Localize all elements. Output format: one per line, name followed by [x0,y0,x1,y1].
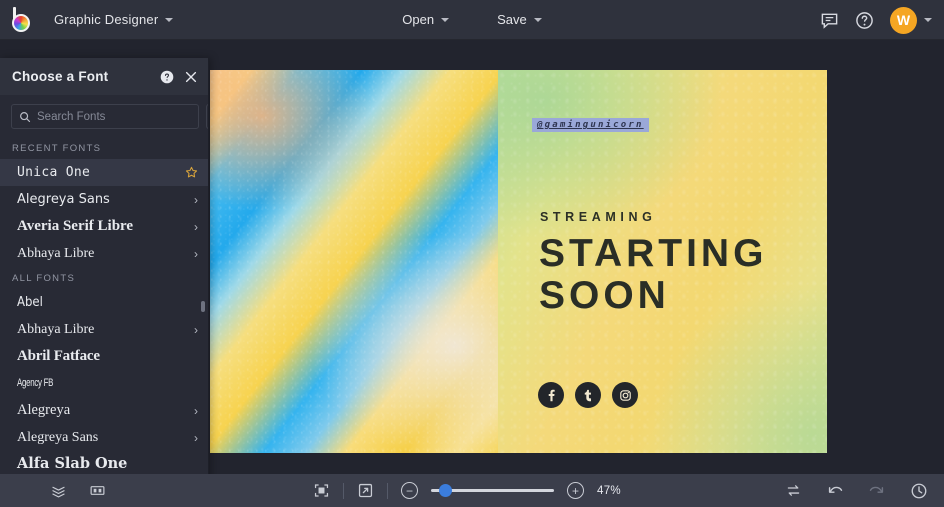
font-row-unica-one[interactable]: Unica One [0,159,208,186]
headline-line: STARTING SOON [539,232,768,317]
avatar[interactable]: W [890,6,917,34]
font-name: Abril Fatface [17,348,100,364]
chevron-down-icon [924,18,932,22]
open-menu[interactable]: Open [391,7,460,32]
font-row-abril-fatface[interactable]: Abril Fatface [0,343,208,370]
favorites-button[interactable] [206,104,208,129]
headline-text-element[interactable]: STARTING SOON [539,233,767,317]
save-menu[interactable]: Save [486,7,553,32]
font-name: Abhaya Libre [17,245,95,261]
chevron-down-icon [441,17,450,22]
background-artwork-left [210,70,498,453]
font-row-abhaya-libre[interactable]: Abhaya Libre › [0,240,208,267]
font-name: Abel [17,295,43,310]
top-menu-group: Open Save [0,7,944,32]
font-row-alegreya-sans[interactable]: Alegreya Sans › [0,186,208,213]
chevron-right-icon[interactable]: › [194,194,198,206]
font-name: Agency FB [17,377,54,389]
chevron-right-icon[interactable]: › [194,221,198,233]
favorite-star-icon[interactable] [185,166,198,179]
font-name: Alfa Slab One [17,455,128,473]
top-bar: Graphic Designer Open Save W [0,0,944,40]
chevron-right-icon[interactable]: › [194,248,198,260]
all-fonts-list[interactable]: Abel Abhaya Libre › Abril Fatface Agency… [0,289,208,490]
app-root: Graphic Designer Open Save W @gamingunic… [0,0,944,507]
kicker-text-element[interactable]: STREAMING [540,210,656,224]
instagram-icon[interactable] [612,382,638,408]
save-menu-label: Save [497,12,527,27]
recent-fonts-list: Unica One Alegreya Sans › Averia Serif L… [0,159,208,267]
zoom-slider[interactable] [431,484,554,498]
font-row-abel[interactable]: Abel [0,289,208,316]
chevron-down-icon [533,17,542,22]
font-name: Abhaya Libre [17,321,95,337]
font-row-agency-fb[interactable]: Agency FB [0,370,208,397]
font-name: Averia Serif Libre [17,218,134,234]
help-icon[interactable] [855,11,874,30]
choose-a-font-panel[interactable]: Choose a Font Search Fonts RECENT FONTS … [0,58,209,490]
font-list-scrollbar[interactable] [201,301,205,312]
facebook-icon[interactable] [538,382,564,408]
expand-icon[interactable] [357,482,374,499]
chevron-right-icon[interactable]: › [194,405,198,417]
tumblr-icon[interactable] [575,382,601,408]
font-row-alegreya[interactable]: Alegreya › [0,397,208,424]
zoom-percent-label: 47% [597,484,621,497]
bottom-right-tools [785,482,928,500]
undo-icon[interactable] [826,482,844,500]
swap-icon[interactable] [785,482,802,499]
fit-to-screen-icon[interactable] [313,482,330,499]
chevron-right-icon[interactable]: › [194,324,198,336]
comment-icon[interactable] [820,11,839,30]
open-menu-label: Open [402,12,435,27]
font-name: Alegreya [17,402,71,419]
font-search-row [0,95,208,137]
divider [343,482,344,499]
close-icon[interactable] [184,70,198,84]
panel-title: Choose a Font [12,69,109,84]
font-name: Unica One [17,165,91,180]
top-right-group: W [820,0,932,40]
social-icons-group[interactable] [538,382,638,408]
search-icon [19,111,31,123]
font-name: Alegreya Sans [17,429,99,445]
font-row-alegreya-sans-all[interactable]: Alegreya Sans › [0,424,208,451]
divider [387,482,388,499]
font-row-averia-serif-libre[interactable]: Averia Serif Libre › [0,213,208,240]
search-box[interactable] [11,104,199,129]
bottom-bar: − + 47% [0,474,944,507]
chevron-right-icon[interactable]: › [194,432,198,444]
help-icon[interactable] [160,70,174,84]
recent-fonts-label: RECENT FONTS [12,143,102,154]
zoom-out-button[interactable]: − [401,482,418,499]
history-icon[interactable] [910,482,928,500]
handle-text-element[interactable]: @gamingunicorn [532,118,649,132]
font-name: Alegreya Sans [17,192,110,207]
search-input[interactable] [37,110,191,123]
redo-icon[interactable] [868,482,886,500]
design-canvas[interactable]: @gamingunicorn STREAMING STARTING SOON [210,70,827,453]
zoom-slider-thumb[interactable] [439,484,452,497]
font-row-abhaya-libre-all[interactable]: Abhaya Libre › [0,316,208,343]
panel-header: Choose a Font [0,58,208,95]
all-fonts-label: ALL FONTS [12,273,76,284]
zoom-in-button[interactable]: + [567,482,584,499]
account-menu[interactable]: W [890,6,932,34]
